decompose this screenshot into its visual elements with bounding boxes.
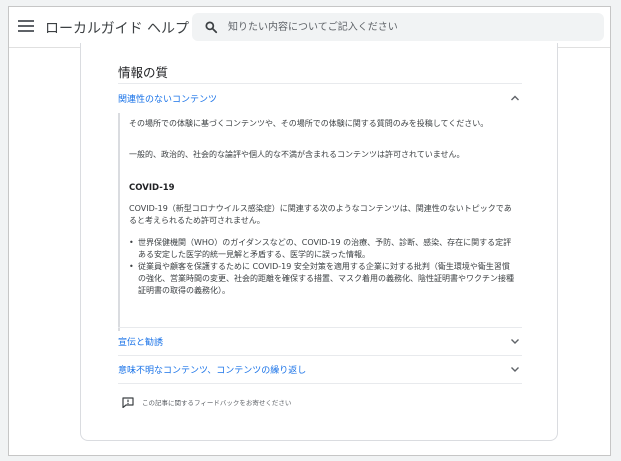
article-card: 情報の質 関連性のないコンテンツ その場所での体験に基づくコンテンツや、その場所… xyxy=(80,43,558,441)
search-input[interactable] xyxy=(228,18,588,36)
accordion-label: 意味不明なコンテンツ、コンテンツの繰り返し xyxy=(118,366,307,376)
chevron-down-icon xyxy=(511,367,519,372)
divider xyxy=(118,83,522,84)
feedback-label: この記事に関するフィードバックをお寄せください xyxy=(142,399,292,407)
paragraph: その場所での体験に基づくコンテンツや、その場所での体験に関する質問のみを投稿して… xyxy=(129,119,489,128)
chevron-down-icon xyxy=(511,339,519,344)
chevron-up-icon xyxy=(511,95,519,101)
main-menu-button[interactable] xyxy=(18,20,34,34)
divider xyxy=(118,327,522,328)
paragraph: COVID-19（新型コロナウイルス感染症）に関連する次のようなコンテンツは、関… xyxy=(129,204,512,225)
section-title: 情報の質 xyxy=(118,65,169,80)
accordion-irrelevant-content[interactable]: 関連性のないコンテンツ xyxy=(118,86,522,110)
paragraph: 一般的、政治的、社会的な論評や個人的な不満が含まれるコンテンツは許可されていませ… xyxy=(129,150,465,159)
search-icon[interactable] xyxy=(204,20,218,34)
accordion-label: 関連性のないコンテンツ xyxy=(118,95,218,105)
accordion-promotion[interactable]: 宣伝と勧誘 xyxy=(118,329,522,353)
list-item: 従業員や顧客を保護するために COVID-19 安全対策を適用する企業に対する批… xyxy=(129,261,515,297)
feedback-icon xyxy=(122,396,134,408)
accordion-label: 宣伝と勧誘 xyxy=(118,338,164,348)
feedback-link[interactable]: この記事に関するフィードバックをお寄せください xyxy=(122,395,291,409)
divider xyxy=(118,383,522,384)
accordion-gibberish-repetition[interactable]: 意味不明なコンテンツ、コンテンツの繰り返し xyxy=(118,357,522,381)
app-window: ローカルガイド ヘルプ 情報の質 関連性のないコンテンツ その場所での体験に基づ… xyxy=(8,6,611,456)
search-box[interactable] xyxy=(192,13,604,41)
divider xyxy=(118,355,522,356)
top-bar: ローカルガイド ヘルプ xyxy=(9,7,610,47)
accordion-content: その場所での体験に基づくコンテンツや、その場所での体験に関する質問のみを投稿して… xyxy=(118,113,522,333)
subheading: COVID-19 xyxy=(129,183,175,193)
app-title[interactable]: ローカルガイド ヘルプ xyxy=(45,18,189,38)
content-left-bar xyxy=(118,113,120,331)
list-item: 世界保健機関（WHO）のガイダンスなどの、COVID-19 の治療、予防、診断、… xyxy=(129,237,515,261)
bullet-list: 世界保健機関（WHO）のガイダンスなどの、COVID-19 の治療、予防、診断、… xyxy=(129,237,515,297)
